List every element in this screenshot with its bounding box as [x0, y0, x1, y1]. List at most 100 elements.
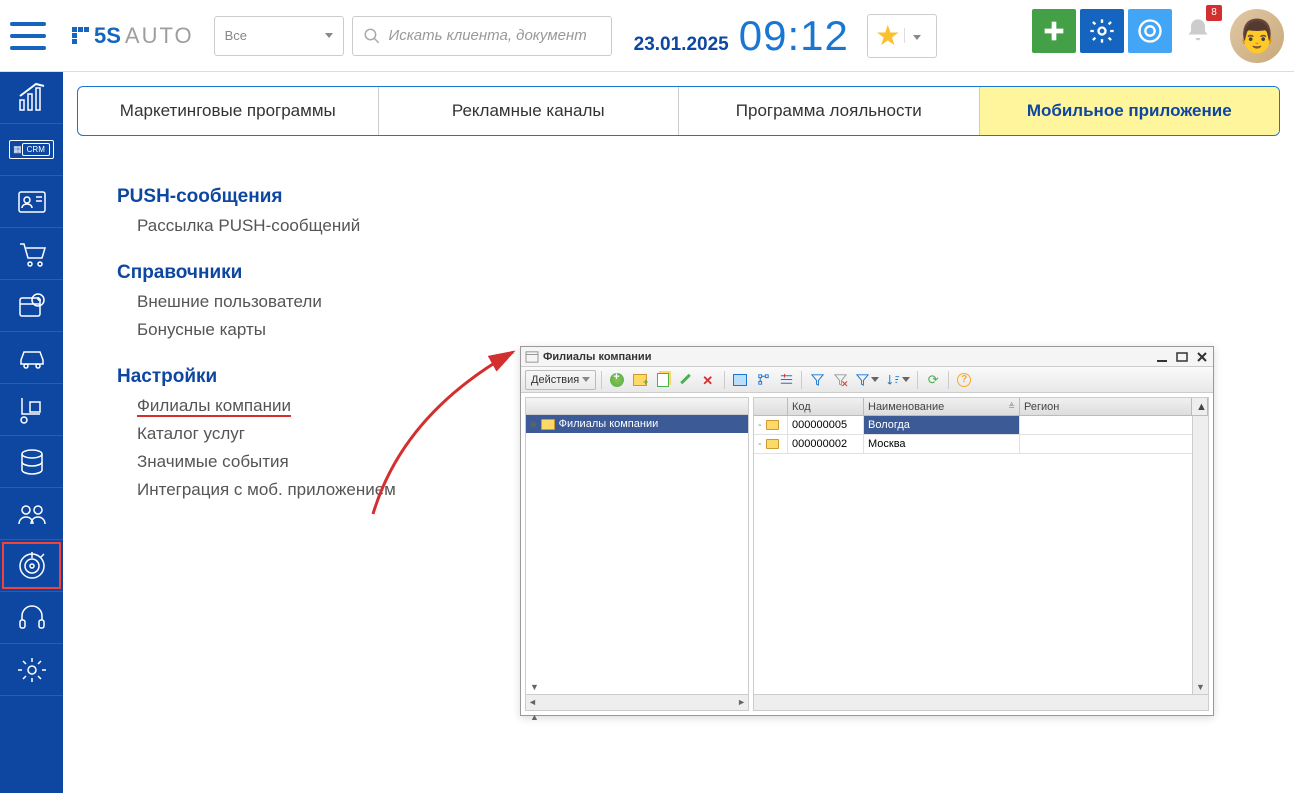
headset-icon: [16, 602, 48, 634]
user-avatar[interactable]: 👨: [1230, 9, 1284, 63]
star-icon: ★: [875, 19, 900, 52]
tab-loyalty[interactable]: Программа лояльности: [679, 87, 980, 135]
actions-dropdown[interactable]: Действия: [525, 370, 596, 390]
favorites-button[interactable]: ★: [867, 14, 937, 58]
plus-circle-icon: [610, 373, 624, 387]
database-icon: [16, 446, 48, 478]
grid-vscroll[interactable]: ▼: [1192, 416, 1208, 694]
add-item-button[interactable]: [607, 370, 627, 390]
sort-button[interactable]: [884, 370, 912, 390]
top-header: 5SAUTO Все 23.01.2025 09:12 ★ 8 👨: [0, 0, 1294, 72]
notifications-button[interactable]: 8: [1176, 9, 1220, 53]
folder-icon: [766, 439, 779, 449]
delete-button[interactable]: ✕: [699, 370, 719, 390]
tab-bar: Маркетинговые программы Рекламные каналы…: [77, 86, 1280, 136]
sidebar-item-support[interactable]: [0, 592, 63, 644]
filter-dd-icon: [855, 372, 870, 387]
tab-mobile-app[interactable]: Мобильное приложение: [980, 87, 1280, 135]
grid-pane: Код Наименование≜ Регион ▲ - 000000005 В…: [753, 397, 1209, 711]
grid-body: - 000000005 Вологда - 000000002 Москва ▼: [754, 416, 1208, 694]
sidebar-item-database[interactable]: [0, 436, 63, 488]
edit-button[interactable]: [676, 370, 696, 390]
lifebuoy-icon: [1136, 17, 1164, 45]
sidebar-item-warehouse[interactable]: [0, 384, 63, 436]
col-icon[interactable]: [754, 398, 788, 415]
cell-region: [1020, 416, 1208, 434]
cell-code: 000000002: [788, 435, 864, 453]
sidebar-item-analytics[interactable]: [0, 72, 63, 124]
chevron-down-icon: [325, 33, 333, 38]
add-button[interactable]: [1032, 9, 1076, 53]
chevron-down-icon: [904, 28, 928, 43]
item-ext-users[interactable]: Внешние пользователи: [137, 292, 1280, 312]
settings-button[interactable]: [1080, 9, 1124, 53]
grid-row[interactable]: - 000000002 Москва: [754, 435, 1208, 454]
action-buttons: 8 👨: [1032, 9, 1284, 63]
sidebar-item-car[interactable]: [0, 332, 63, 384]
item-push-broadcast[interactable]: Рассылка PUSH-сообщений: [137, 216, 1280, 236]
search-icon: [363, 26, 381, 46]
add-folder-button[interactable]: [630, 370, 650, 390]
filter-x-icon: [833, 372, 848, 387]
minimize-icon[interactable]: [1155, 351, 1169, 363]
filter-icon: [810, 372, 825, 387]
sidebar-item-cart[interactable]: [0, 228, 63, 280]
close-icon[interactable]: [1195, 351, 1209, 363]
left-sidebar: ▦CRM: [0, 72, 63, 793]
move-icon: [733, 374, 747, 386]
chart-icon: [16, 82, 48, 114]
sidebar-item-calendar[interactable]: [0, 280, 63, 332]
maximize-icon[interactable]: [1175, 351, 1189, 363]
gear-icon: [1088, 17, 1116, 45]
filter-clear-button[interactable]: [830, 370, 850, 390]
col-name[interactable]: Наименование≜: [864, 398, 1020, 415]
hierarchy-button[interactable]: [753, 370, 773, 390]
tree-hscroll[interactable]: ◄►: [526, 694, 748, 710]
level-icon: [779, 372, 794, 387]
sidebar-item-contacts[interactable]: [0, 176, 63, 228]
search-box[interactable]: [352, 16, 612, 56]
car-icon: [16, 342, 48, 374]
folder-icon: [541, 419, 555, 430]
tab-marketing-programs[interactable]: Маркетинговые программы: [78, 87, 379, 135]
sidebar-item-marketing[interactable]: [0, 540, 63, 592]
date-label: 23.01.2025: [634, 34, 729, 56]
window-icon: [525, 351, 539, 363]
filter-label: Все: [225, 28, 247, 43]
help-button[interactable]: [1128, 9, 1172, 53]
x-icon: ✕: [702, 373, 716, 387]
grid-row[interactable]: - 000000005 Вологда: [754, 416, 1208, 435]
group-icon: [16, 498, 48, 530]
sidebar-item-settings[interactable]: [0, 644, 63, 696]
col-region[interactable]: Регион: [1020, 398, 1192, 415]
search-input[interactable]: [388, 27, 600, 44]
expand-icon[interactable]: ⊕: [530, 418, 537, 431]
cell-code: 000000005: [788, 416, 864, 434]
refresh-button[interactable]: ⟳: [923, 370, 943, 390]
filter-dropdown[interactable]: Все: [214, 16, 344, 56]
tab-ad-channels[interactable]: Рекламные каналы: [379, 87, 680, 135]
cart-icon: [16, 238, 48, 270]
onec-titlebar[interactable]: Филиалы компании: [521, 347, 1213, 367]
grid-hscroll[interactable]: [754, 694, 1208, 710]
calendar-clock-icon: [16, 290, 48, 322]
help-button[interactable]: ?: [954, 370, 974, 390]
sidebar-item-crm[interactable]: ▦CRM: [0, 124, 63, 176]
tree-pane: ⊕ Филиалы компании ◄► ▲▼: [525, 397, 749, 711]
item-bonus-cards[interactable]: Бонусные карты: [137, 320, 1280, 340]
filter-by-button[interactable]: [853, 370, 881, 390]
onec-title-text: Филиалы компании: [543, 351, 1155, 363]
folder-plus-icon: [633, 374, 647, 386]
col-scroll: ▲: [1192, 398, 1208, 415]
filter-button[interactable]: [807, 370, 827, 390]
level-button[interactable]: [776, 370, 796, 390]
copy-button[interactable]: [653, 370, 673, 390]
move-button[interactable]: [730, 370, 750, 390]
crm-icon: ▦CRM: [9, 140, 54, 159]
sidebar-item-team[interactable]: [0, 488, 63, 540]
menu-toggle[interactable]: [10, 22, 46, 50]
tree-root-item[interactable]: ⊕ Филиалы компании: [526, 415, 748, 433]
time-label: 09:12: [739, 12, 849, 60]
cell-region: [1020, 435, 1208, 453]
col-code[interactable]: Код: [788, 398, 864, 415]
